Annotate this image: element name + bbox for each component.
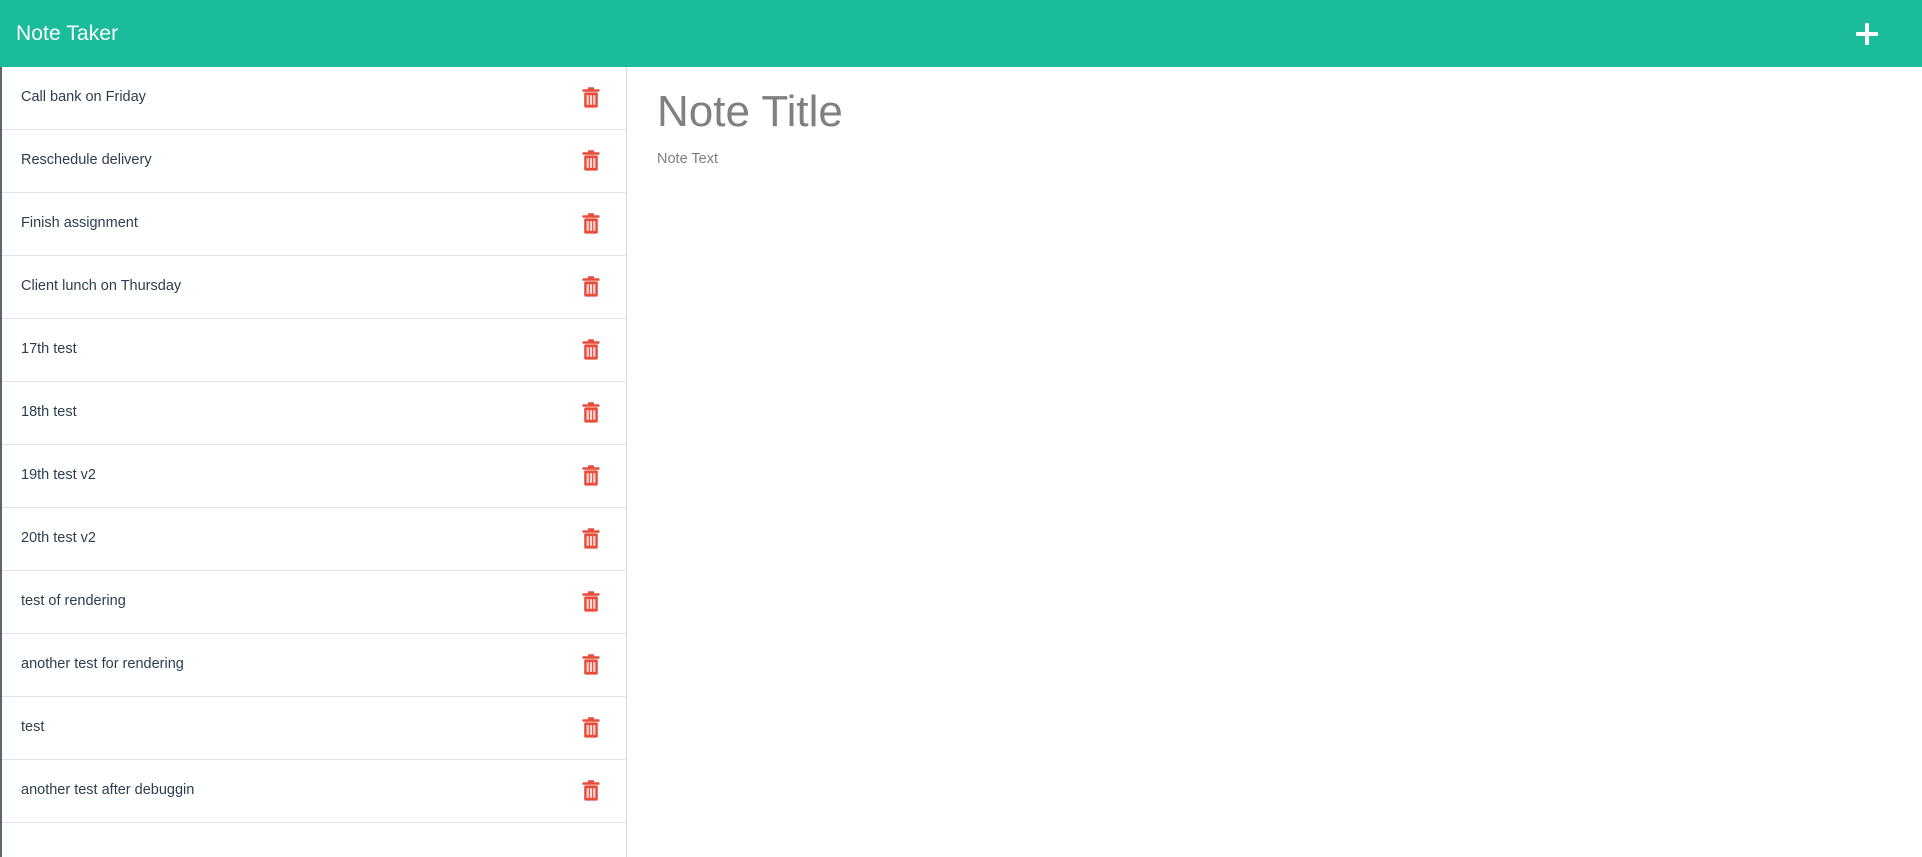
note-list-item[interactable]: test of rendering (2, 571, 626, 634)
note-list-panel[interactable]: Call bank on Friday Reschedule delivery Fi… (0, 67, 627, 857)
note-list-item-label: another test after debuggin (21, 782, 195, 799)
note-title-input[interactable] (657, 85, 1892, 143)
note-list-item[interactable]: 18th test (2, 382, 626, 445)
add-note-button[interactable] (1850, 17, 1884, 51)
note-list-item-label: Finish assignment (21, 215, 138, 232)
note-list-item[interactable]: another test for rendering (2, 634, 626, 697)
note-editor (627, 67, 1922, 857)
note-list-item-label: 20th test v2 (21, 530, 96, 547)
note-list-item-label: Client lunch on Thursday (21, 278, 182, 295)
note-list-item[interactable]: Reschedule delivery (2, 130, 626, 193)
app-header: Note Taker (0, 0, 1922, 67)
trash-icon[interactable] (580, 527, 602, 551)
note-list-item[interactable]: 20th test v2 (2, 508, 626, 571)
note-list-item[interactable]: 19th test v2 (2, 445, 626, 508)
note-text-input[interactable] (657, 148, 1892, 857)
trash-icon[interactable] (580, 86, 602, 110)
trash-icon[interactable] (580, 275, 602, 299)
note-list-filler-row (2, 823, 626, 857)
app-body: Call bank on Friday Reschedule delivery Fi… (0, 67, 1922, 857)
note-list-item-label: 17th test (21, 341, 77, 358)
trash-icon[interactable] (580, 716, 602, 740)
note-list-item-label: 18th test (21, 404, 77, 421)
note-list-item-label: test of rendering (21, 593, 126, 610)
note-list-item[interactable]: 17th test (2, 319, 626, 382)
trash-icon[interactable] (580, 149, 602, 173)
note-list-item[interactable]: Finish assignment (2, 193, 626, 256)
note-list: Call bank on Friday Reschedule delivery Fi… (2, 67, 626, 857)
note-list-item[interactable]: test (2, 697, 626, 760)
note-list-item-label: 19th test v2 (21, 467, 96, 484)
note-list-item-label: another test for rendering (21, 656, 184, 673)
app-title: Note Taker (16, 22, 119, 45)
note-list-item-label: Reschedule delivery (21, 152, 152, 169)
trash-icon[interactable] (580, 779, 602, 803)
note-list-item[interactable]: another test after debuggin (2, 760, 626, 823)
header-actions (1850, 17, 1898, 51)
trash-icon[interactable] (580, 464, 602, 488)
note-list-item-label: test (21, 719, 45, 736)
trash-icon[interactable] (580, 338, 602, 362)
trash-icon[interactable] (580, 653, 602, 677)
note-list-item[interactable]: Client lunch on Thursday (2, 256, 626, 319)
note-list-item[interactable]: Call bank on Friday (2, 67, 626, 130)
note-taker-app: Note Taker Call bank on Friday Reschedule… (0, 0, 1922, 857)
trash-icon[interactable] (580, 590, 602, 614)
note-list-item-label: Call bank on Friday (21, 89, 146, 106)
trash-icon[interactable] (580, 401, 602, 425)
trash-icon[interactable] (580, 212, 602, 236)
